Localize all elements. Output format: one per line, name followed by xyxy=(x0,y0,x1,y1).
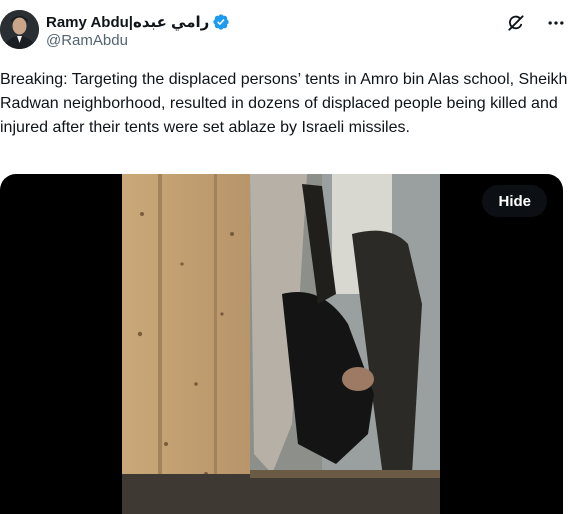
video-frame xyxy=(122,174,440,514)
media-video[interactable]: Hide xyxy=(0,174,563,514)
avatar[interactable] xyxy=(0,10,39,49)
grok-icon[interactable] xyxy=(505,12,527,34)
author-handle[interactable]: @RamAbdu xyxy=(46,32,128,49)
hide-media-button[interactable]: Hide xyxy=(482,185,547,217)
tweet: Ramy Abdu|رامي عبده @RamAbdu Breaking: T… xyxy=(0,0,581,514)
verified-badge-icon xyxy=(212,13,230,31)
more-icon[interactable] xyxy=(545,12,567,34)
author-name-row[interactable]: Ramy Abdu|رامي عبده xyxy=(46,12,230,32)
tweet-actions-top xyxy=(505,12,567,34)
tweet-text: Breaking: Targeting the displaced person… xyxy=(0,71,568,136)
author-display-name[interactable]: Ramy Abdu|رامي عبده xyxy=(46,13,209,31)
